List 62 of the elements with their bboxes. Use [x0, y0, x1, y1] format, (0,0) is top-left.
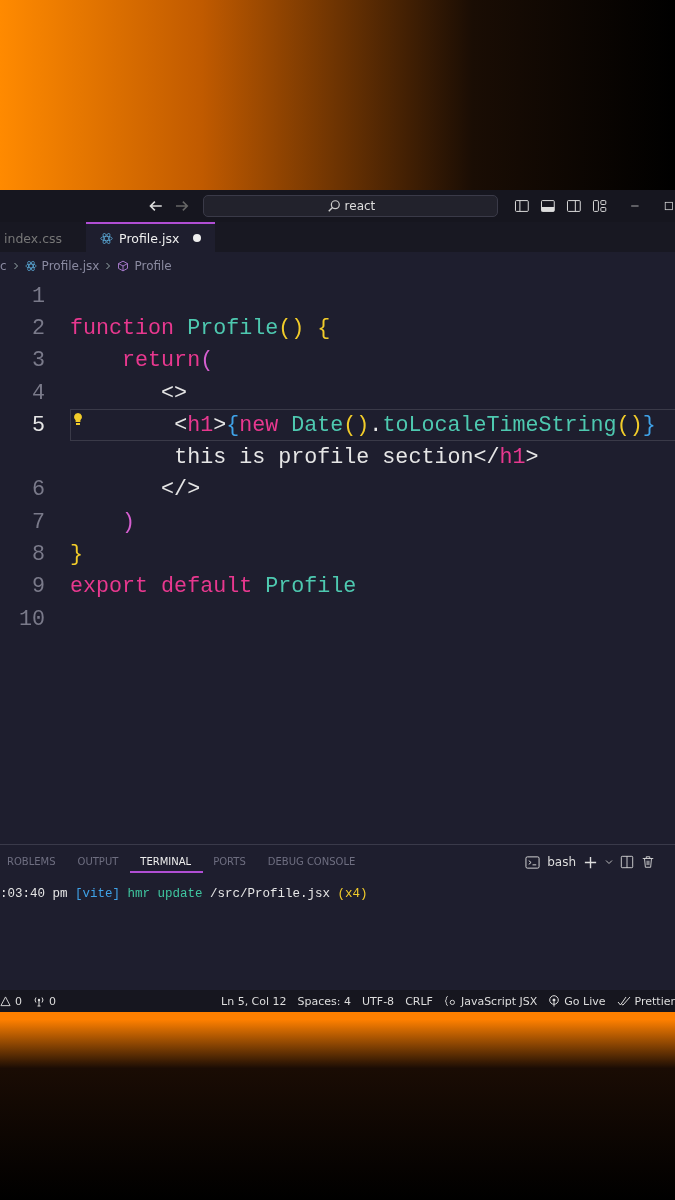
code-line: return(: [122, 348, 214, 374]
react-icon: [24, 260, 37, 272]
sidebar-toggle-icon[interactable]: [514, 198, 531, 214]
forward-arrow-icon[interactable]: [173, 198, 190, 214]
line-number: 3: [31, 348, 45, 374]
broadcast-icon: [548, 995, 561, 1007]
code-line: this is profile section</h1>: [174, 445, 539, 471]
line-number: 6: [31, 477, 45, 503]
line-number: 9: [31, 574, 45, 600]
layout-icon[interactable]: [591, 198, 608, 214]
status-item[interactable]: Spaces: 4: [297, 994, 352, 1008]
warning-icon: [0, 995, 11, 1007]
chevron-icon: [11, 262, 20, 270]
code-line: <>: [161, 380, 188, 406]
line-number: 4: [31, 380, 45, 406]
status-item[interactable]: JavaScript JSX: [460, 994, 538, 1008]
line-number: 7: [31, 509, 45, 535]
shell-name[interactable]: bash: [547, 855, 576, 869]
code-line: export default Profile: [70, 574, 357, 600]
line-number: 5: [31, 412, 45, 438]
react-icon: [100, 231, 114, 245]
status-item[interactable]: UTF-8: [362, 994, 395, 1008]
terminal-icon: [525, 854, 541, 870]
code-line: <h1>{new Date().toLocaleTimeString()}: [174, 412, 656, 438]
split-icon[interactable]: [620, 855, 634, 869]
antenna-icon: [33, 995, 45, 1007]
line-number: 8: [31, 542, 45, 567]
editor-tab[interactable]: Profile.jsx: [86, 222, 216, 252]
trash-icon[interactable]: [641, 855, 655, 869]
code-line: </>: [161, 477, 201, 503]
chevron-icon: [104, 262, 113, 270]
breadcrumb-item[interactable]: c: [0, 259, 7, 273]
line-number: 10: [17, 606, 45, 632]
status-item[interactable]: CRLF: [405, 994, 433, 1008]
cube-icon: [117, 260, 130, 272]
status-count[interactable]: 0: [49, 994, 56, 1008]
breadcrumb-item[interactable]: Profile.jsx: [41, 259, 100, 273]
secondary-sidebar-icon[interactable]: [565, 198, 582, 214]
maximize-icon[interactable]: [663, 200, 675, 212]
back-arrow-icon[interactable]: [148, 198, 164, 214]
status-item[interactable]: Ln 5, Col 12: [221, 994, 287, 1008]
braces-icon: [443, 995, 457, 1007]
code-line: }: [70, 542, 83, 567]
editor-tab[interactable]: index.css: [0, 222, 87, 252]
terminal-line: :03:40 pm [vite] hmr update /src/Profile.jsx (x4): [0, 887, 369, 901]
status-count[interactable]: 0: [15, 994, 22, 1008]
panel-toggle-icon[interactable]: [540, 198, 556, 214]
line-number: 2: [31, 315, 45, 341]
lightbulb-icon[interactable]: [73, 412, 83, 427]
plus-icon[interactable]: [583, 854, 598, 870]
double-check-icon: [616, 995, 631, 1007]
code-line: ): [122, 509, 136, 535]
modified-dot-icon: [193, 234, 202, 242]
code-line: function Profile() {: [70, 315, 331, 341]
search-icon: [326, 199, 341, 213]
chevron-down-icon[interactable]: [605, 858, 613, 866]
status-item[interactable]: Go Live: [564, 994, 606, 1008]
panel-tab[interactable]: TERMINAL: [130, 851, 204, 873]
search-field[interactable]: react: [203, 195, 499, 217]
line-number: 1: [31, 283, 45, 309]
status-item[interactable]: Prettier: [634, 994, 675, 1008]
breadcrumb-item[interactable]: Profile: [134, 259, 172, 273]
